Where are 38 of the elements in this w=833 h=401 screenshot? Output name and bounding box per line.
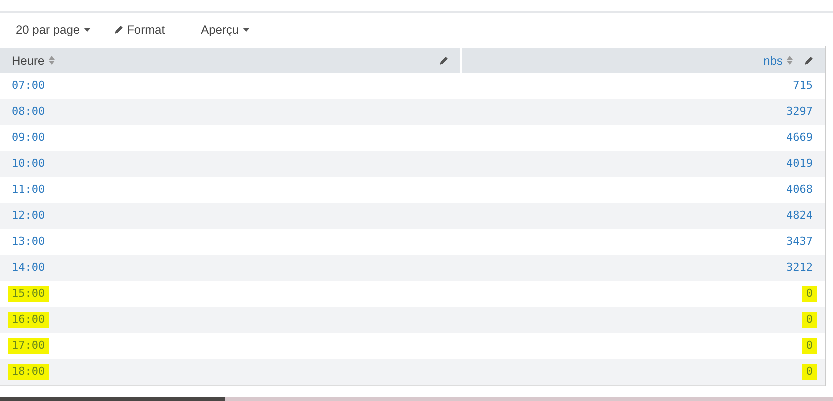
pencil-icon [115,26,124,34]
hour-cell[interactable]: 15:00 [8,286,50,302]
count-cell-text: 3437 [786,234,814,250]
hour-cell[interactable]: 18:00 [8,364,50,380]
count-cell-text: 4068 [786,182,814,198]
caret-icon [84,28,92,32]
count-cell-text: 4824 [786,208,814,224]
hour-cell[interactable]: 09:00 [8,130,50,146]
count-cell: 0 [802,286,817,302]
hour-cell[interactable]: 11:00 [8,182,50,198]
hour-cell[interactable]: 13:00 [8,234,50,250]
count-cell: 0 [802,338,817,354]
preview-dropdown[interactable]: Aperçu [201,20,250,38]
count-cell-text: 715 [792,78,814,94]
hour-cell[interactable]: 12:00 [8,208,50,224]
count-cell-text: 4019 [786,156,814,172]
caret-icon [243,28,250,32]
hour-cell[interactable]: 17:00 [8,338,50,354]
sort-icon [787,56,793,65]
count-cell-text: 4669 [786,130,814,146]
pencil-icon [440,56,448,64]
hour-cell[interactable]: 14:00 [8,260,50,276]
pencil-icon [805,56,813,64]
format-button[interactable]: Format [115,20,166,38]
count-cell: 0 [802,312,817,328]
count-cell-text: 3297 [786,104,814,120]
hour-cell[interactable]: 07:00 [8,78,50,94]
column-header[interactable]: Heure [0,48,460,73]
count-cell: 0 [802,364,817,380]
page-size-dropdown[interactable]: 20 par page [16,20,92,38]
sort-icon [48,56,55,65]
column-header[interactable]: nbs [462,48,825,73]
hour-cell[interactable]: 10:00 [8,156,50,172]
column-title: Heure [12,52,45,70]
count-cell-text: 3212 [786,260,814,276]
hour-cell[interactable]: 08:00 [8,104,50,120]
column-title: nbs [764,52,783,70]
hour-cell[interactable]: 16:00 [8,312,50,328]
